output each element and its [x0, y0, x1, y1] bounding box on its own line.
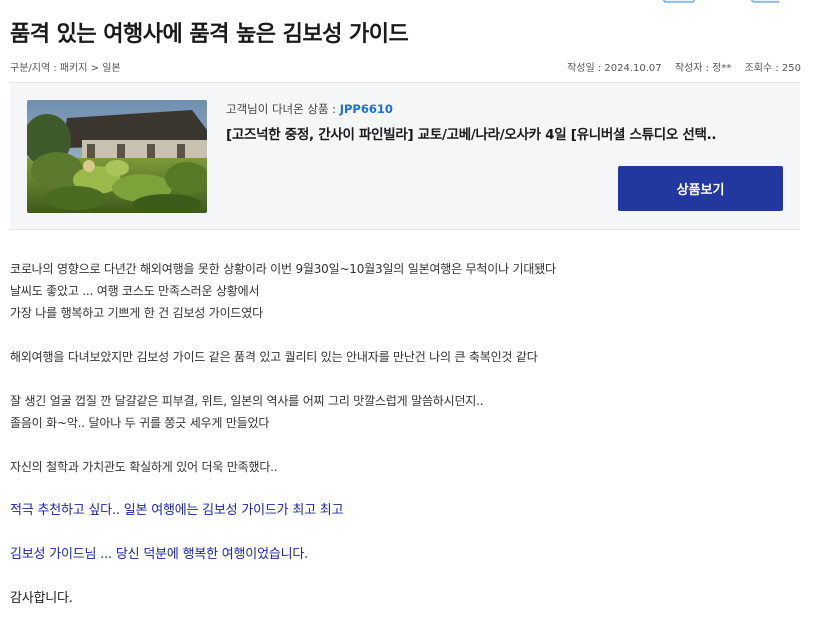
- paragraph-line: 해외여행을 다녀보았지만 김보성 가이드 같은 품격 있고 퀄리티 있는 안내자…: [10, 350, 538, 364]
- paragraph-line: 졸음이 화~악.. 달아나 두 귀를 쫑긋 세우게 만들었다: [10, 416, 270, 430]
- post-views: 조회수 : 250: [744, 62, 801, 74]
- post-date: 작성일 : 2024.10.07: [567, 62, 662, 74]
- product-name-link[interactable]: [고즈넉한 중정, 간사이 파인빌라] 교토/고베/나라/오사카 4일 [유니버…: [226, 123, 786, 143]
- thanks-guide-line: 김보성 가이드님 ... 당신 덕분에 행복한 여행이었습니다.: [10, 547, 309, 562]
- product-card: 고객님이 다녀온 상품 : JPP6610 [고즈넉한 중정, 간사이 파인빌라…: [10, 82, 800, 230]
- category-breadcrumb: 구분/지역 : 패키지 > 일본: [10, 62, 121, 74]
- paragraph-line: 가장 나를 행복하고 기쁘게 한 건 김보성 가이드였다: [10, 306, 263, 320]
- decorative-illustration: [662, 0, 779, 3]
- product-code[interactable]: JPP6610: [340, 102, 393, 116]
- closing-line: 감사합니다.: [10, 591, 73, 606]
- post-author: 작성자 : 정**: [674, 62, 732, 74]
- post-info: 작성일 : 2024.10.07 작성자 : 정** 조회수 : 250: [557, 59, 801, 74]
- paragraph-line: 날씨도 좋았고 ... 여행 코스도 만족스러운 상황에서: [10, 284, 260, 298]
- paragraph-line: 자신의 철학과 가치관도 확실하게 있어 더욱 만족했다..: [10, 460, 278, 474]
- paragraph-line: 잘 생긴 얼굴 껍질 깐 달걀같은 피부결, 위트, 일본의 역사를 어찌 그리…: [10, 394, 484, 408]
- product-label: 고객님이 다녀온 상품 : JPP6610: [226, 101, 393, 117]
- recommendation-line: 적극 추천하고 싶다.. 일본 여행에는 김보성 가이드가 최고 최고: [10, 503, 344, 518]
- product-label-text: 고객님이 다녀온 상품 :: [226, 102, 340, 116]
- product-thumbnail[interactable]: [27, 100, 207, 213]
- view-product-button[interactable]: 상품보기: [618, 166, 783, 211]
- meta-row: 구분/지역 : 패키지 > 일본 작성일 : 2024.10.07 작성자 : …: [10, 58, 801, 74]
- japanese-garden-photo-icon: [27, 100, 207, 213]
- page-title: 품격 있는 여행사에 품격 높은 김보성 가이드: [10, 22, 409, 47]
- paragraph-line: 코로나의 영향으로 다년간 해외여행을 못한 상황이라 이번 9월30일~10월…: [10, 262, 556, 276]
- review-content: 코로나의 영향으로 다년간 해외여행을 못한 상황이라 이번 9월30일~10월…: [10, 258, 800, 610]
